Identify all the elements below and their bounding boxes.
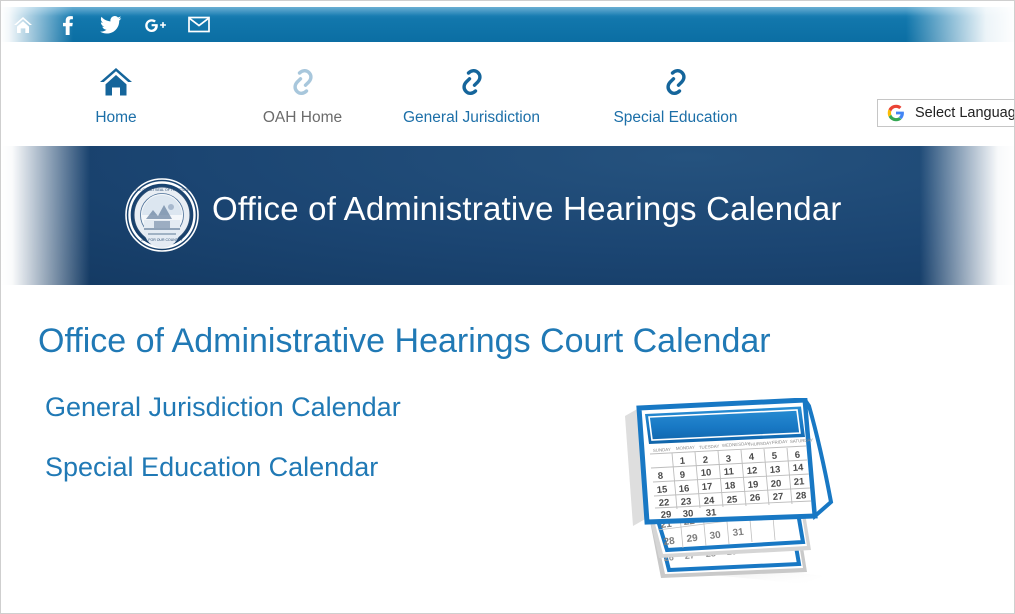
svg-text:6: 6 [794,450,800,461]
svg-text:21: 21 [793,476,805,488]
svg-text:28: 28 [795,490,806,502]
link-chain-icon [456,62,488,102]
home-icon [99,62,133,102]
svg-text:9: 9 [679,470,685,481]
svg-text:16: 16 [678,483,689,495]
svg-text:27: 27 [772,491,783,503]
state-seal-icon: THE GREAT SEAL OF THE STATE ALL FOR OUR … [124,177,200,253]
nav-item-oah-home[interactable]: OAH Home [230,62,375,127]
social-home-icon[interactable] [9,11,37,39]
svg-text:2: 2 [702,455,708,466]
svg-text:12: 12 [746,465,757,477]
svg-text:17: 17 [701,481,712,493]
link-chain-icon [287,62,319,102]
nav-item-special-education[interactable]: Special Education [568,62,783,127]
social-google-plus-icon[interactable] [141,11,169,39]
banner-title: Office of Administrative Hearings Calend… [212,190,842,227]
svg-text:ALL FOR OUR COUNTRY: ALL FOR OUR COUNTRY [141,238,183,242]
nav-label-oah-home: OAH Home [262,109,343,126]
link-general-jurisdiction-calendar[interactable]: General Jurisdiction Calendar [45,392,401,423]
nav-label-special-education: Special Education [613,109,738,126]
svg-text:28: 28 [663,536,676,548]
svg-text:3: 3 [725,454,731,465]
svg-text:23: 23 [680,496,691,508]
link-chain-icon [660,62,692,102]
svg-text:22: 22 [658,497,669,509]
svg-text:26: 26 [749,492,760,504]
main-navigation: Home OAH Home General Jurisdiction Speci… [2,42,1015,146]
social-facebook-icon[interactable] [53,11,81,39]
social-icon-list [9,7,213,42]
social-email-icon[interactable] [185,11,213,39]
svg-text:31: 31 [705,507,717,519]
svg-text:25: 25 [726,494,738,506]
nav-item-list: Home OAH Home General Jurisdiction Speci… [2,42,862,146]
social-bar [1,7,1014,42]
calendar-illustration: 26 27 28 29 30 [609,397,839,598]
svg-text:15: 15 [656,484,668,496]
google-g-icon [887,104,905,122]
svg-text:THE GREAT SEAL OF THE STATE: THE GREAT SEAL OF THE STATE [135,188,191,192]
svg-text:20: 20 [770,478,781,490]
svg-text:14: 14 [792,462,804,474]
nav-item-home[interactable]: Home [2,62,230,127]
svg-text:13: 13 [769,464,780,476]
nav-label-home: Home [95,109,137,126]
svg-text:29: 29 [660,509,671,521]
svg-text:24: 24 [703,495,715,507]
page-root: Home OAH Home General Jurisdiction Speci… [0,0,1015,614]
page-title: Office of Administrative Hearings Court … [38,322,771,360]
svg-text:18: 18 [724,480,735,492]
svg-text:31: 31 [732,527,745,539]
nav-item-general-jurisdiction[interactable]: General Jurisdiction [375,62,568,127]
svg-text:30: 30 [709,530,722,542]
google-translate-selector[interactable]: Select Language [877,99,1015,127]
link-special-education-calendar[interactable]: Special Education Calendar [45,452,378,483]
svg-text:8: 8 [657,471,663,482]
nav-label-general-jurisdiction: General Jurisdiction [403,109,540,126]
translate-label: Select Language [915,105,1015,121]
svg-text:29: 29 [686,533,699,545]
svg-text:30: 30 [682,508,693,520]
social-twitter-icon[interactable] [97,11,125,39]
svg-text:19: 19 [747,479,758,491]
svg-text:11: 11 [723,466,735,478]
main-content: Office of Administrative Hearings Court … [2,285,1014,613]
svg-text:10: 10 [700,467,711,479]
